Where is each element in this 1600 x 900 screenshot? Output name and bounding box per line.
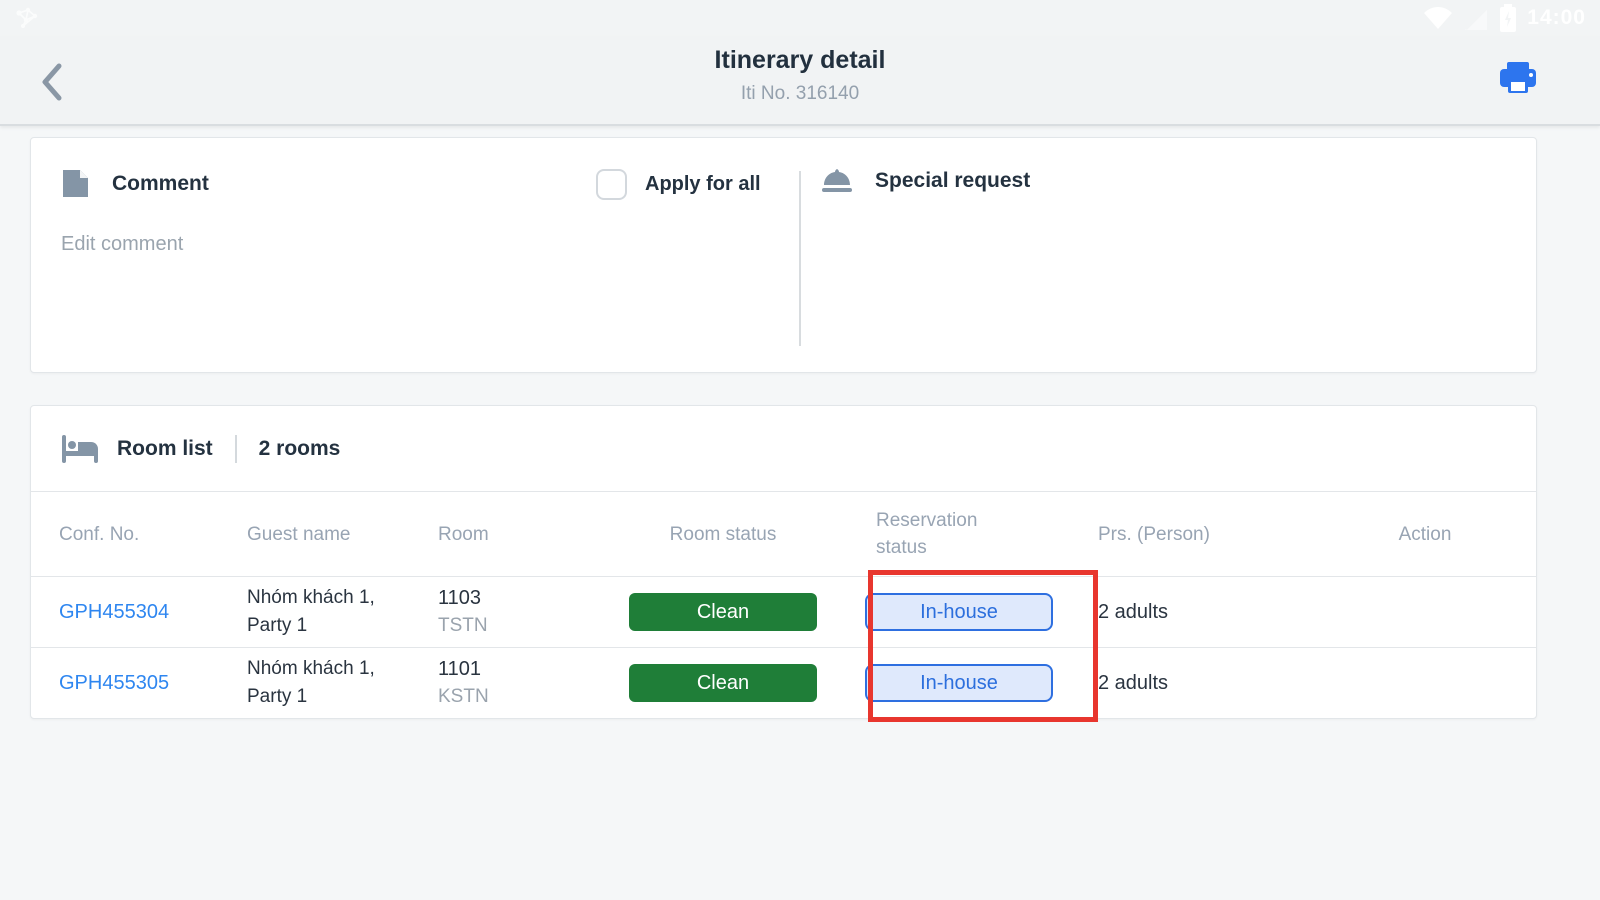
apply-for-all-label: Apply for all: [645, 173, 761, 195]
action-cell: [1325, 577, 1525, 647]
room-type-code: KSTN: [438, 686, 489, 707]
network-nodes-icon: [14, 6, 40, 30]
comment-input[interactable]: Edit comment: [61, 233, 183, 256]
apply-for-all-checkbox[interactable]: [596, 169, 627, 200]
header: Itinerary detail Iti No. 316140: [0, 36, 1600, 126]
table-row: GPH455304 Nhóm khách 1, Party 1 1103 TST…: [31, 576, 1536, 647]
vertical-divider: [799, 171, 801, 346]
bed-icon: [61, 434, 99, 464]
page-title: Itinerary detail: [714, 46, 886, 74]
room-type-code: TSTN: [438, 615, 488, 636]
room-number: 1103: [438, 587, 482, 609]
printer-icon: [1500, 62, 1536, 93]
status-bar: 14:00: [0, 0, 1600, 36]
room-status-button[interactable]: Clean: [629, 664, 817, 702]
conf-no-link[interactable]: GPH455305: [59, 672, 169, 695]
conf-no-link[interactable]: GPH455304: [59, 601, 169, 624]
room-status-button[interactable]: Clean: [629, 593, 817, 631]
room-number-cell: 1101 KSTN: [438, 655, 489, 711]
print-button[interactable]: [1498, 60, 1538, 100]
room-number-cell: 1103 TSTN: [438, 584, 488, 640]
col-header-action: Action: [1398, 523, 1452, 545]
room-list-title: Room list: [117, 436, 213, 460]
room-number: 1101: [438, 658, 482, 680]
col-header-guest-name: Guest name: [247, 523, 351, 545]
itinerary-number: Iti No. 316140: [740, 83, 860, 104]
cloche-icon: [821, 168, 853, 194]
action-cell: [1325, 648, 1525, 718]
comment-title: Comment: [112, 171, 209, 195]
guest-name: Nhóm khách 1, Party 1: [247, 658, 375, 707]
clock-time: 14:00: [1527, 6, 1586, 29]
reservation-status-button[interactable]: In-house: [865, 664, 1053, 702]
persons-cell: 2 adults: [1098, 600, 1169, 623]
table-row: GPH455305 Nhóm khách 1, Party 1 1101 KST…: [31, 647, 1536, 718]
reservation-status-button[interactable]: In-house: [865, 593, 1053, 631]
room-list-card: Room list 2 rooms Conf. No. Guest name R…: [30, 405, 1537, 719]
divider: [234, 434, 237, 463]
room-table: Conf. No. Guest name Room Room status Re…: [31, 491, 1536, 718]
col-header-room-status: Room status: [669, 523, 777, 545]
room-count: 2 rooms: [258, 436, 341, 460]
col-header-persons: Prs. (Person): [1098, 523, 1210, 545]
comment-card: Comment Apply for all Edit comment Speci…: [30, 137, 1537, 373]
comment-file-icon: [61, 168, 90, 199]
table-header-row: Conf. No. Guest name Room Room status Re…: [31, 491, 1536, 576]
col-header-conf-no: Conf. No.: [59, 523, 140, 545]
col-header-room: Room: [438, 523, 489, 545]
wifi-icon: [1423, 6, 1453, 30]
special-request-title: Special request: [875, 169, 1031, 192]
persons-cell: 2 adults: [1098, 671, 1169, 694]
cellular-no-signal-icon: [1463, 6, 1490, 30]
battery-charging-icon: [1499, 4, 1517, 32]
col-header-reservation-status: Reservation status: [876, 510, 978, 558]
guest-name: Nhóm khách 1, Party 1: [247, 587, 375, 636]
